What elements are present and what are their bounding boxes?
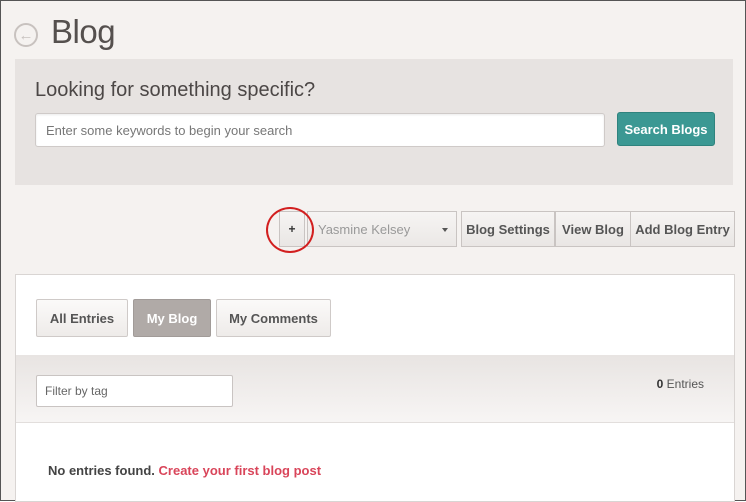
- page-title: Blog: [51, 13, 116, 50]
- tab-my-comments[interactable]: My Comments: [216, 299, 331, 337]
- add-blog-entry-button[interactable]: Add Blog Entry: [630, 211, 735, 247]
- blog-owner-select[interactable]: Yasmine Kelsey: [307, 211, 457, 247]
- entries-panel: All Entries My Blog My Comments 0 Entrie…: [15, 274, 735, 502]
- blog-settings-button[interactable]: Blog Settings: [461, 211, 555, 247]
- caret-down-icon: [442, 228, 448, 232]
- tab-all-entries[interactable]: All Entries: [36, 299, 128, 337]
- view-blog-button[interactable]: View Blog: [555, 211, 631, 247]
- arrow-left-circle-icon[interactable]: ←: [14, 23, 38, 47]
- search-panel: Looking for something specific? Search B…: [15, 59, 733, 185]
- filter-bar: 0 Entries: [16, 355, 734, 423]
- filter-by-tag-input[interactable]: [36, 375, 233, 407]
- entries-count-label: Entries: [663, 377, 704, 391]
- blog-page: ← Blog Looking for something specific? S…: [0, 0, 746, 502]
- empty-state: No entries found. Create your first blog…: [48, 463, 321, 478]
- search-heading: Looking for something specific?: [35, 79, 316, 101]
- search-blogs-button[interactable]: Search Blogs: [617, 112, 715, 146]
- tab-my-blog[interactable]: My Blog: [133, 299, 211, 337]
- empty-state-message: No entries found.: [48, 463, 155, 478]
- add-blog-button[interactable]: +: [279, 211, 305, 247]
- entries-count: 0 Entries: [657, 377, 704, 391]
- search-input[interactable]: [35, 113, 605, 147]
- create-first-post-link[interactable]: Create your first blog post: [159, 463, 322, 478]
- blog-owner-select-value: Yasmine Kelsey: [318, 221, 411, 237]
